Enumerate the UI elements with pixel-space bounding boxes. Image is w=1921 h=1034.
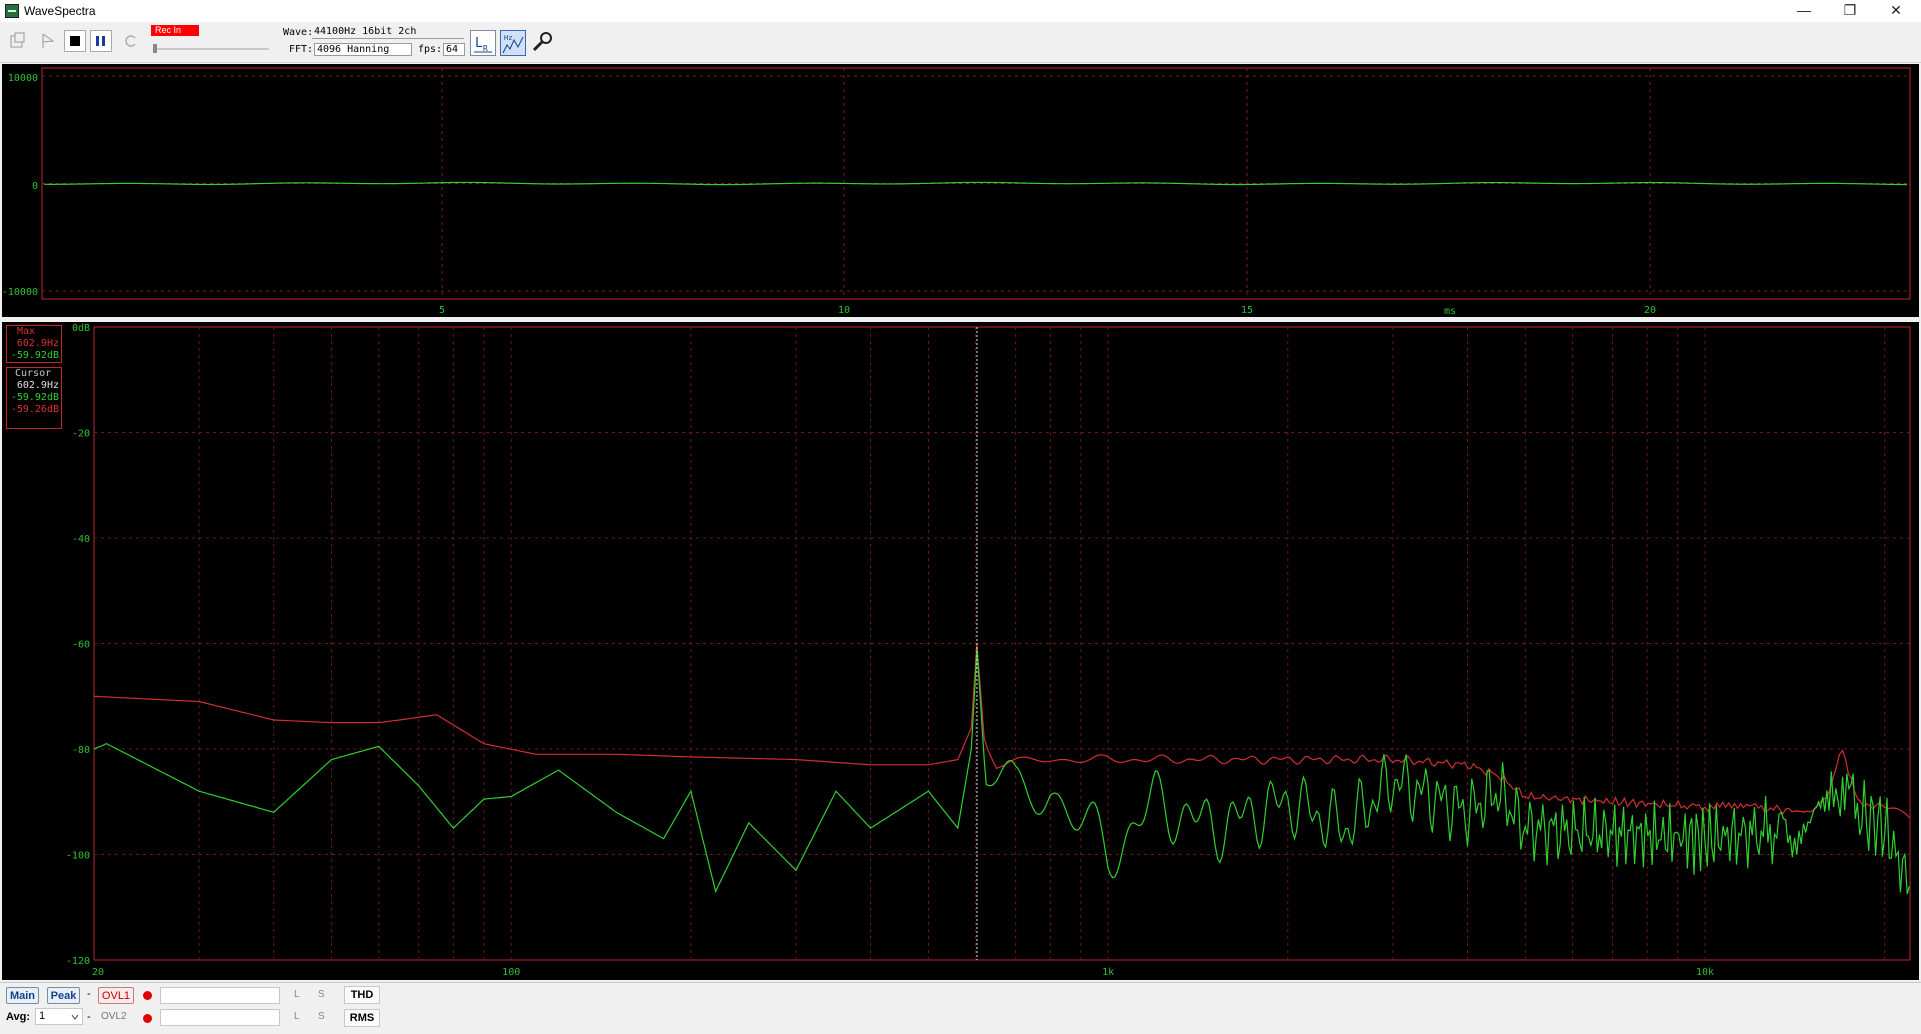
- cursor-freq: 602.9Hz: [16, 380, 59, 391]
- cursor-db-right: -59.26dB: [10, 404, 59, 415]
- avg-value: 1: [39, 1010, 46, 1022]
- fps-value: 64: [443, 43, 465, 56]
- waveform-x-tick: 5: [439, 305, 445, 316]
- waveform-y-tick: -10000: [2, 287, 38, 298]
- spectrum-live-trace: [93, 648, 1910, 895]
- stop-icon: [70, 36, 80, 46]
- app-icon: [5, 4, 19, 18]
- level-meter-l1: [160, 987, 280, 1004]
- spectrum-y-tick: -40: [72, 534, 90, 545]
- play-icon: [42, 33, 55, 48]
- waveform-x-unit: ms: [1444, 306, 1456, 317]
- spectrum-hz-icon: Hz: [502, 34, 524, 54]
- cursor-db-left: -59.92dB: [10, 392, 59, 403]
- toolbar: Rec In Wave: 44100Hz 16bit 2ch FFT: 4096…: [0, 22, 1921, 63]
- sum-channel-label: S: [318, 1011, 325, 1022]
- ovl1-led-icon: [143, 991, 152, 1000]
- waveform-x-tick: 10: [838, 305, 850, 316]
- spectrum-y-tick: -20: [72, 429, 90, 440]
- channel-lr-button[interactable]: LR: [470, 30, 496, 56]
- spectrum-x-tick: 10k: [1696, 967, 1714, 978]
- minimize-button[interactable]: —: [1781, 0, 1827, 22]
- waveform-plot[interactable]: 10000 0 -10000 5 10 15 20 ms: [2, 64, 1919, 317]
- spectrum-plot[interactable]: 0dB -20 -40 -60 -80 -100 -120 20 100 1k 10k: [2, 322, 1919, 980]
- separator: -: [87, 1011, 91, 1023]
- ovl2-indicator: OVL2: [101, 1011, 127, 1022]
- play-button[interactable]: [37, 30, 59, 52]
- pause-button[interactable]: [90, 30, 112, 52]
- open-file-icon: [10, 32, 25, 48]
- spectrum-x-ticks: 20 100 1k 10k: [92, 967, 1714, 978]
- waveform-y-tick: 0: [32, 181, 38, 192]
- thd-button[interactable]: THD: [344, 986, 380, 1004]
- main-button[interactable]: Main: [6, 987, 39, 1004]
- channel-lr-icon: LR: [474, 36, 492, 53]
- maximize-button[interactable]: ❐: [1827, 0, 1873, 22]
- ovl1-indicator: OVL1: [98, 987, 134, 1004]
- spectrum-y-tick: -60: [72, 640, 90, 651]
- fps-label: fps:: [418, 44, 443, 55]
- waveform-y-tick: 10000: [8, 73, 38, 84]
- left-channel-label: L: [294, 989, 300, 1000]
- spectrum-series: [93, 643, 1910, 895]
- level-meter-l2: [160, 1009, 280, 1026]
- title-bar: WaveSpectra — ❐ ✕: [0, 0, 1921, 22]
- fft-label: FFT:: [289, 44, 314, 55]
- stop-button[interactable]: [64, 30, 86, 52]
- status-bar: Main Peak - OVL1 L S THD Avg: 1 - OVL2 L…: [0, 982, 1921, 1034]
- spectrum-y-tick: -100: [66, 851, 90, 862]
- fft-setting-value[interactable]: 4096 Hanning: [314, 43, 412, 56]
- window-title: WaveSpectra: [24, 4, 96, 18]
- spectrum-x-tick: 100: [502, 967, 520, 978]
- avg-label: Avg:: [6, 1011, 31, 1023]
- waveform-x-tick: 15: [1241, 305, 1253, 316]
- rec-level-slider[interactable]: [151, 40, 271, 53]
- spectrum-panel: 0dB -20 -40 -60 -80 -100 -120 20 100 1k 10k Max 6…: [2, 322, 1919, 980]
- open-file-button[interactable]: [6, 30, 28, 52]
- loop-icon: [125, 35, 136, 47]
- svg-text:Hz: Hz: [504, 34, 512, 42]
- spectrum-max-hold-trace: [93, 643, 1910, 819]
- sum-channel-label: S: [318, 989, 325, 1000]
- close-button[interactable]: ✕: [1873, 0, 1919, 22]
- rms-button[interactable]: RMS: [344, 1009, 380, 1027]
- spectrum-y-tick: -80: [72, 745, 90, 756]
- waveform-panel: 10000 0 -10000 5 10 15 20 ms: [2, 64, 1919, 317]
- cursor-readout: Cursor 602.9Hz -59.92dB -59.26dB: [6, 367, 62, 429]
- spectrum-grid: [94, 327, 1910, 960]
- slider-thumb[interactable]: [153, 44, 157, 53]
- max-freq: 602.9Hz: [16, 338, 59, 349]
- wave-format-value: 44100Hz 16bit 2ch: [312, 26, 464, 39]
- spectrum-frame: [93, 326, 1911, 961]
- max-readout: Max 602.9Hz -59.92dB: [6, 325, 62, 363]
- svg-text:L: L: [475, 36, 483, 51]
- separator: -: [87, 988, 91, 1000]
- rec-input-label: Rec In: [151, 25, 199, 36]
- wave-label: Wave:: [283, 27, 314, 38]
- loop-button[interactable]: [120, 30, 142, 52]
- spectrum-y-tick: -120: [66, 956, 90, 967]
- pause-icon: [96, 36, 105, 46]
- spectrum-display-button[interactable]: Hz: [500, 30, 526, 56]
- spectrum-x-tick: 20: [92, 967, 104, 978]
- ovl2-led-icon: [143, 1014, 152, 1023]
- spectrum-y-tick: 0dB: [72, 323, 90, 334]
- spectrum-y-ticks: 0dB -20 -40 -60 -80 -100 -120: [66, 323, 90, 967]
- max-title: Max: [17, 326, 36, 337]
- max-db: -59.92dB: [10, 350, 59, 361]
- wrench-icon: [532, 32, 552, 52]
- waveform-x-tick: 20: [1644, 305, 1656, 316]
- cursor-title: Cursor: [15, 368, 52, 379]
- peak-button[interactable]: Peak: [47, 987, 80, 1004]
- settings-button[interactable]: [530, 30, 556, 56]
- spectrum-x-tick: 1k: [1102, 967, 1114, 978]
- avg-select[interactable]: 1: [35, 1008, 83, 1025]
- chevron-down-icon: [71, 1014, 79, 1020]
- left-channel-label: L: [294, 1011, 300, 1022]
